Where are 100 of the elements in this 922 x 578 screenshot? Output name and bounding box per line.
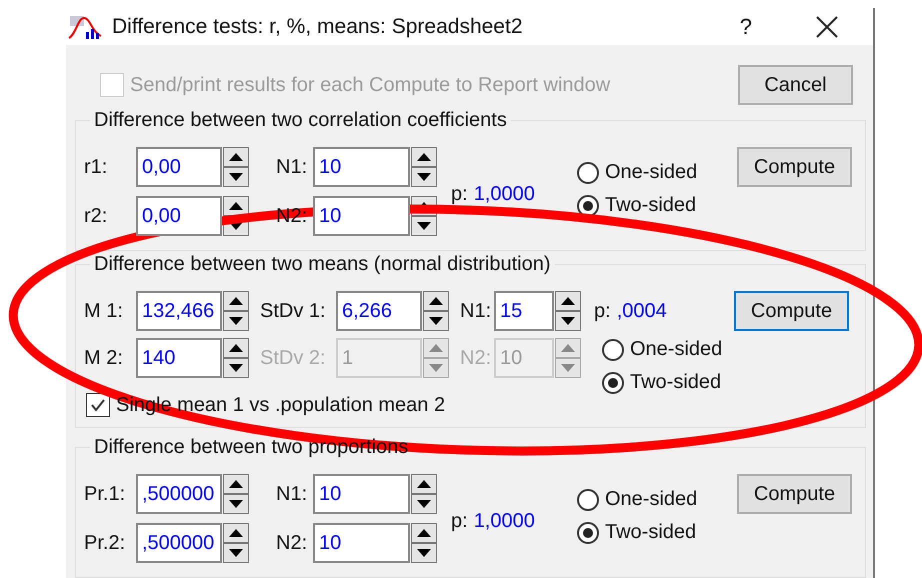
p-label: p:: [594, 300, 611, 322]
field-label: M 2:: [84, 346, 124, 370]
caret-up-icon: [229, 153, 243, 161]
compute-button[interactable]: Compute: [737, 147, 852, 187]
spin-down-button[interactable]: [411, 543, 437, 563]
compute-button[interactable]: Compute: [737, 474, 852, 514]
spin-up-button[interactable]: [223, 196, 249, 216]
number-field[interactable]: 132,466: [136, 291, 222, 331]
spin-up-button[interactable]: [423, 291, 449, 311]
chart-icon: [68, 14, 102, 40]
field-label: StDv 1:: [260, 300, 327, 322]
caret-down-icon: [417, 173, 431, 181]
help-button[interactable]: ?: [740, 14, 752, 40]
field-label: r2:: [84, 204, 108, 228]
number-field[interactable]: 10: [313, 523, 410, 563]
spin-up-button[interactable]: [223, 523, 249, 543]
spin-down-button[interactable]: [223, 358, 249, 378]
spin-up-button[interactable]: [223, 147, 249, 167]
radio-label: Two-sided: [605, 194, 696, 217]
spin-down-button[interactable]: [423, 311, 449, 331]
spin-up-button[interactable]: [223, 474, 249, 494]
field-label: N1:: [276, 482, 308, 506]
spin-down-button[interactable]: [411, 167, 437, 187]
field-label: Pr.1:: [84, 482, 126, 506]
caret-down-icon: [429, 364, 443, 372]
number-field[interactable]: 15: [494, 291, 554, 331]
spin-down-button[interactable]: [223, 543, 249, 563]
checkbox[interactable]: [86, 393, 110, 417]
field-label: N2:: [276, 532, 308, 554]
caret-up-icon: [417, 153, 431, 161]
caret-down-icon: [229, 364, 243, 372]
caret-up-icon: [429, 297, 443, 305]
caret-down-icon: [561, 364, 575, 372]
caret-up-icon: [229, 297, 243, 305]
caret-down-icon: [417, 500, 431, 508]
spin-up-button[interactable]: [411, 147, 437, 167]
caret-up-icon: [417, 480, 431, 488]
field-label: N1:: [276, 156, 308, 178]
window-title: Difference tests: r, %, means: Spreadsheet2: [112, 14, 522, 38]
radio-label: One-sided: [605, 161, 698, 184]
radio-button[interactable]: [577, 488, 599, 510]
field-label: M 1:: [84, 300, 124, 322]
spin-down-button[interactable]: [411, 494, 437, 514]
checkbox-label: Send/print results for each Compute to Report window: [130, 74, 610, 96]
p-value: 1,0000: [474, 183, 535, 206]
number-field[interactable]: 140: [136, 338, 222, 378]
group-title: Difference between two means (normal distribution): [93, 253, 552, 276]
caret-up-icon: [417, 529, 431, 537]
caret-down-icon: [561, 317, 575, 325]
spin-down-button[interactable]: [411, 216, 437, 236]
caret-down-icon: [229, 173, 243, 181]
field-label: N2:: [460, 346, 492, 370]
number-field[interactable]: 10: [313, 196, 410, 236]
p-value: 1,0000: [474, 510, 535, 533]
spin-down-button[interactable]: [223, 311, 249, 331]
field-label: N1:: [460, 300, 492, 322]
spin-down-button[interactable]: [223, 167, 249, 187]
field-label: StDv 2:: [260, 346, 327, 370]
radio-button[interactable]: [577, 162, 599, 184]
number-field[interactable]: 6,266: [336, 291, 422, 331]
field-label: Pr.2:: [84, 532, 126, 554]
spin-down-button[interactable]: [223, 494, 249, 514]
group-title: Difference between two correlation coefficients: [93, 109, 508, 132]
caret-up-icon: [229, 480, 243, 488]
caret-up-icon: [429, 344, 443, 352]
spin-up-button[interactable]: [411, 523, 437, 543]
number-field[interactable]: 0,00: [136, 147, 222, 187]
spin-up-button[interactable]: [223, 291, 249, 311]
caret-up-icon: [229, 202, 243, 210]
caret-down-icon: [229, 317, 243, 325]
spin-up-button[interactable]: [411, 474, 437, 494]
spin-up-button[interactable]: [555, 291, 581, 311]
radio-button[interactable]: [577, 522, 599, 544]
field-label: r1:: [84, 156, 108, 178]
p-value: ,0004: [616, 300, 667, 322]
caret-down-icon: [229, 549, 243, 557]
number-field[interactable]: 10: [313, 474, 410, 514]
spin-up-button[interactable]: [223, 338, 249, 358]
caret-down-icon: [229, 222, 243, 230]
number-field[interactable]: 10: [313, 147, 410, 187]
radio-label: Two-sided: [605, 521, 696, 544]
radio-label: One-sided: [630, 338, 722, 361]
caret-down-icon: [429, 317, 443, 325]
number-field[interactable]: ,500000: [136, 474, 222, 514]
radio-button[interactable]: [602, 372, 624, 394]
p-label: p:: [451, 510, 468, 533]
compute-button[interactable]: Compute: [734, 291, 849, 331]
number-field[interactable]: ,500000: [136, 523, 222, 563]
close-icon[interactable]: [816, 16, 838, 38]
caret-up-icon: [229, 344, 243, 352]
caret-down-icon: [229, 500, 243, 508]
caret-down-icon: [417, 549, 431, 557]
p-label: p:: [451, 183, 468, 206]
spin-down-button[interactable]: [555, 311, 581, 331]
caret-down-icon: [417, 222, 431, 230]
number-field[interactable]: 0,00: [136, 196, 222, 236]
radio-label: Two-sided: [630, 371, 722, 394]
radio-label: One-sided: [605, 488, 698, 511]
cancel-button[interactable]: Cancel: [738, 65, 853, 105]
radio-button[interactable]: [602, 338, 624, 360]
